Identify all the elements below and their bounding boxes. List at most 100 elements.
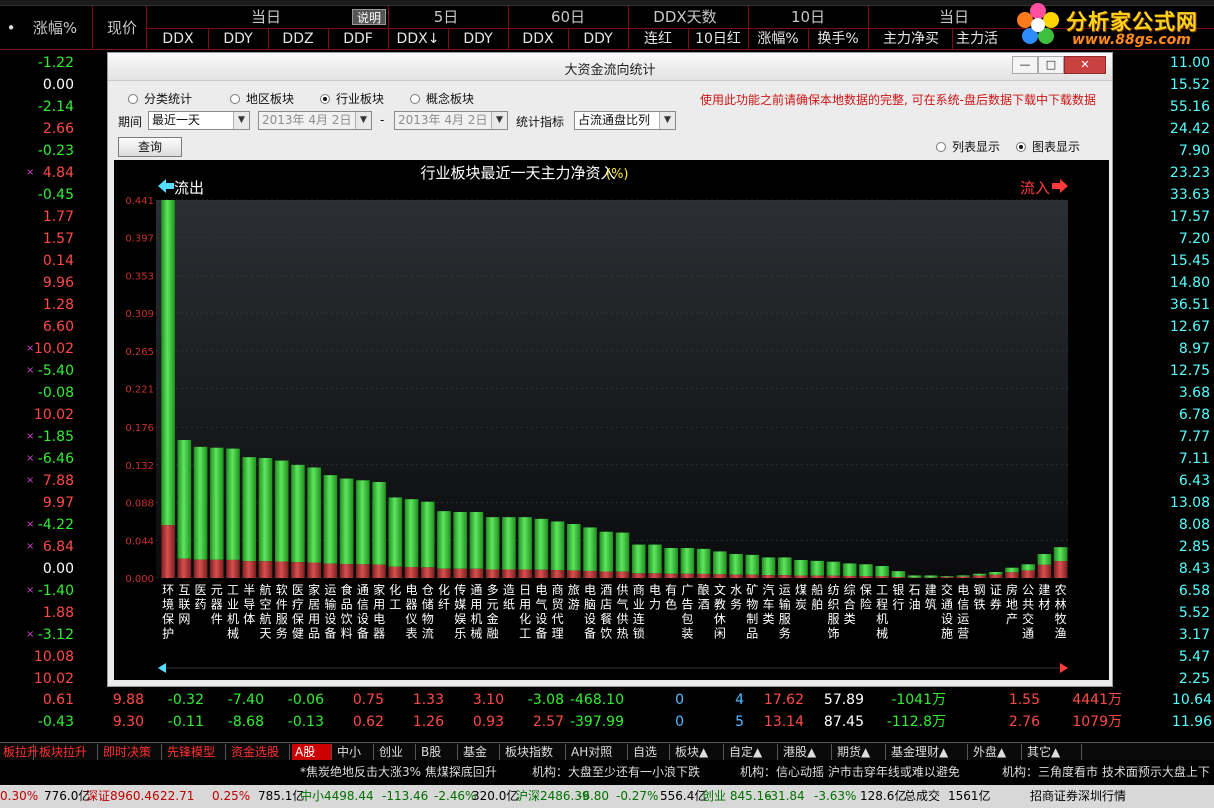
table-row[interactable]: 14.80: [1112, 272, 1214, 294]
table-row[interactable]: -0.43 9.30 -0.11 -8.68 -0.13 0.62 1.26 0.93 2.57…: [0, 711, 1214, 733]
radio-concept-sector[interactable]: 概念板块: [410, 91, 474, 107]
query-button[interactable]: 查询: [118, 137, 182, 157]
chevron-down-icon[interactable]: ▼: [355, 112, 371, 129]
bar-35[interactable]: [729, 554, 743, 578]
bar-0[interactable]: [161, 200, 175, 578]
bar-31[interactable]: [664, 548, 678, 578]
table-row[interactable]: 6.78: [1112, 404, 1214, 426]
table-row[interactable]: 7.20: [1112, 228, 1214, 250]
tab-10[interactable]: 板块指数: [502, 744, 566, 760]
bar-10[interactable]: [323, 475, 338, 578]
table-row[interactable]: 33.63: [1112, 184, 1214, 206]
table-row[interactable]: -0.08: [0, 382, 106, 404]
header-ddf[interactable]: DDF: [330, 30, 386, 48]
bar-6[interactable]: [258, 458, 273, 578]
table-row[interactable]: 2.85: [1112, 536, 1214, 558]
chevron-down-icon[interactable]: ▼: [659, 112, 675, 129]
table-row[interactable]: 12.67: [1112, 316, 1214, 338]
table-row[interactable]: 0.61 9.88 -0.32 -7.40 -0.06 0.75 1.33 3.10 -3.08…: [0, 689, 1214, 711]
table-row[interactable]: × -3.12: [0, 624, 106, 646]
radio-list-view[interactable]: 列表显示: [936, 139, 1000, 155]
tab-2[interactable]: 即时决策: [100, 744, 162, 760]
ticker-item[interactable]: 机构：三角度看市 技术面预示大盘上下: [1002, 761, 1210, 783]
tab-5[interactable]: A股: [292, 744, 332, 760]
table-row[interactable]: 5.52: [1112, 602, 1214, 624]
table-row[interactable]: 3.17: [1112, 624, 1214, 646]
table-row[interactable]: 0.00: [0, 558, 106, 580]
header-consecutive-red[interactable]: 连红: [630, 30, 686, 48]
bar-34[interactable]: [713, 551, 727, 578]
bar-27[interactable]: [599, 531, 614, 578]
header-5d-ddx[interactable]: DDX↓: [390, 30, 446, 48]
bar-55[interactable]: [1053, 547, 1068, 578]
table-row[interactable]: 6.58: [1112, 580, 1214, 602]
bar-3[interactable]: [209, 447, 224, 578]
table-row[interactable]: × -5.40: [0, 360, 106, 382]
bar-21[interactable]: [502, 517, 516, 578]
dialog-titlebar[interactable]: 大资金流向统计 — □ ✕: [108, 53, 1112, 81]
table-row[interactable]: 5.47: [1112, 646, 1214, 668]
header-10d-change[interactable]: 涨幅%: [750, 30, 806, 48]
bar-2[interactable]: [193, 446, 208, 578]
table-row[interactable]: × 4.84: [0, 162, 106, 184]
bar-8[interactable]: [291, 464, 305, 578]
table-row[interactable]: 8.43: [1112, 558, 1214, 580]
table-row[interactable]: -0.45: [0, 184, 106, 206]
table-row[interactable]: 8.97: [1112, 338, 1214, 360]
bar-12[interactable]: [356, 480, 370, 578]
tab-16[interactable]: 期货▲: [834, 744, 886, 760]
table-row[interactable]: 6.43: [1112, 470, 1214, 492]
table-row[interactable]: 6.60: [0, 316, 106, 338]
table-row[interactable]: × 6.84: [0, 536, 106, 558]
date-to-picker[interactable]: 2013年 4月 2日 ▼: [394, 111, 508, 130]
bar-30[interactable]: [648, 544, 662, 578]
bar-26[interactable]: [583, 527, 597, 578]
table-row[interactable]: 2.25: [1112, 668, 1214, 690]
bar-4[interactable]: [226, 448, 240, 578]
table-row[interactable]: 1.77: [0, 206, 106, 228]
bar-36[interactable]: [745, 554, 760, 578]
tab-11[interactable]: AH对照: [568, 744, 628, 760]
bar-22[interactable]: [518, 517, 532, 578]
table-row[interactable]: 3.68: [1112, 382, 1214, 404]
table-row[interactable]: 10.02: [0, 668, 106, 690]
bar-11[interactable]: [339, 478, 354, 578]
metric-select[interactable]: 占流通盘比列 ▼: [574, 111, 676, 130]
bar-9[interactable]: [307, 467, 321, 578]
table-row[interactable]: 10.08: [0, 646, 106, 668]
radio-industry-sector[interactable]: 行业板块: [320, 91, 384, 107]
minimize-button[interactable]: —: [1012, 56, 1038, 74]
bar-40[interactable]: [810, 560, 825, 578]
bar-41[interactable]: [826, 561, 841, 578]
header-ddx[interactable]: DDX: [150, 30, 206, 48]
table-row[interactable]: 9.96: [0, 272, 106, 294]
bar-46[interactable]: [907, 575, 922, 578]
bar-14[interactable]: [388, 497, 403, 578]
table-row[interactable]: 7.90: [1112, 140, 1214, 162]
bar-23[interactable]: [534, 518, 549, 578]
tab-12[interactable]: 自选: [630, 744, 670, 760]
table-row[interactable]: 36.51: [1112, 294, 1214, 316]
table-row[interactable]: 1.88: [0, 602, 106, 624]
bar-5[interactable]: [242, 457, 257, 578]
bar-32[interactable]: [680, 548, 695, 578]
bar-49[interactable]: [956, 575, 971, 578]
maximize-button[interactable]: □: [1038, 56, 1064, 74]
radio-region-sector[interactable]: 地区板块: [230, 91, 294, 107]
bar-17[interactable]: [437, 511, 451, 578]
header-10d-red[interactable]: 10日红: [690, 30, 746, 48]
table-row[interactable]: 0.00: [0, 74, 106, 96]
table-row[interactable]: × 7.88: [0, 470, 106, 492]
header-main-active[interactable]: 主力活: [956, 30, 1016, 48]
table-row[interactable]: × -1.85: [0, 426, 106, 448]
bar-24[interactable]: [550, 521, 565, 578]
radio-category-stats[interactable]: 分类统计: [128, 91, 192, 107]
tab-1[interactable]: 板块拉升: [36, 744, 98, 760]
tab-4[interactable]: 资金选股: [228, 744, 290, 760]
table-row[interactable]: -1.22: [0, 52, 106, 74]
radio-chart-view[interactable]: 图表显示: [1016, 139, 1080, 155]
bar-37[interactable]: [761, 557, 776, 578]
table-row[interactable]: 2.66: [0, 118, 106, 140]
tab-18[interactable]: 外盘▲: [970, 744, 1022, 760]
table-row[interactable]: 9.97: [0, 492, 106, 514]
